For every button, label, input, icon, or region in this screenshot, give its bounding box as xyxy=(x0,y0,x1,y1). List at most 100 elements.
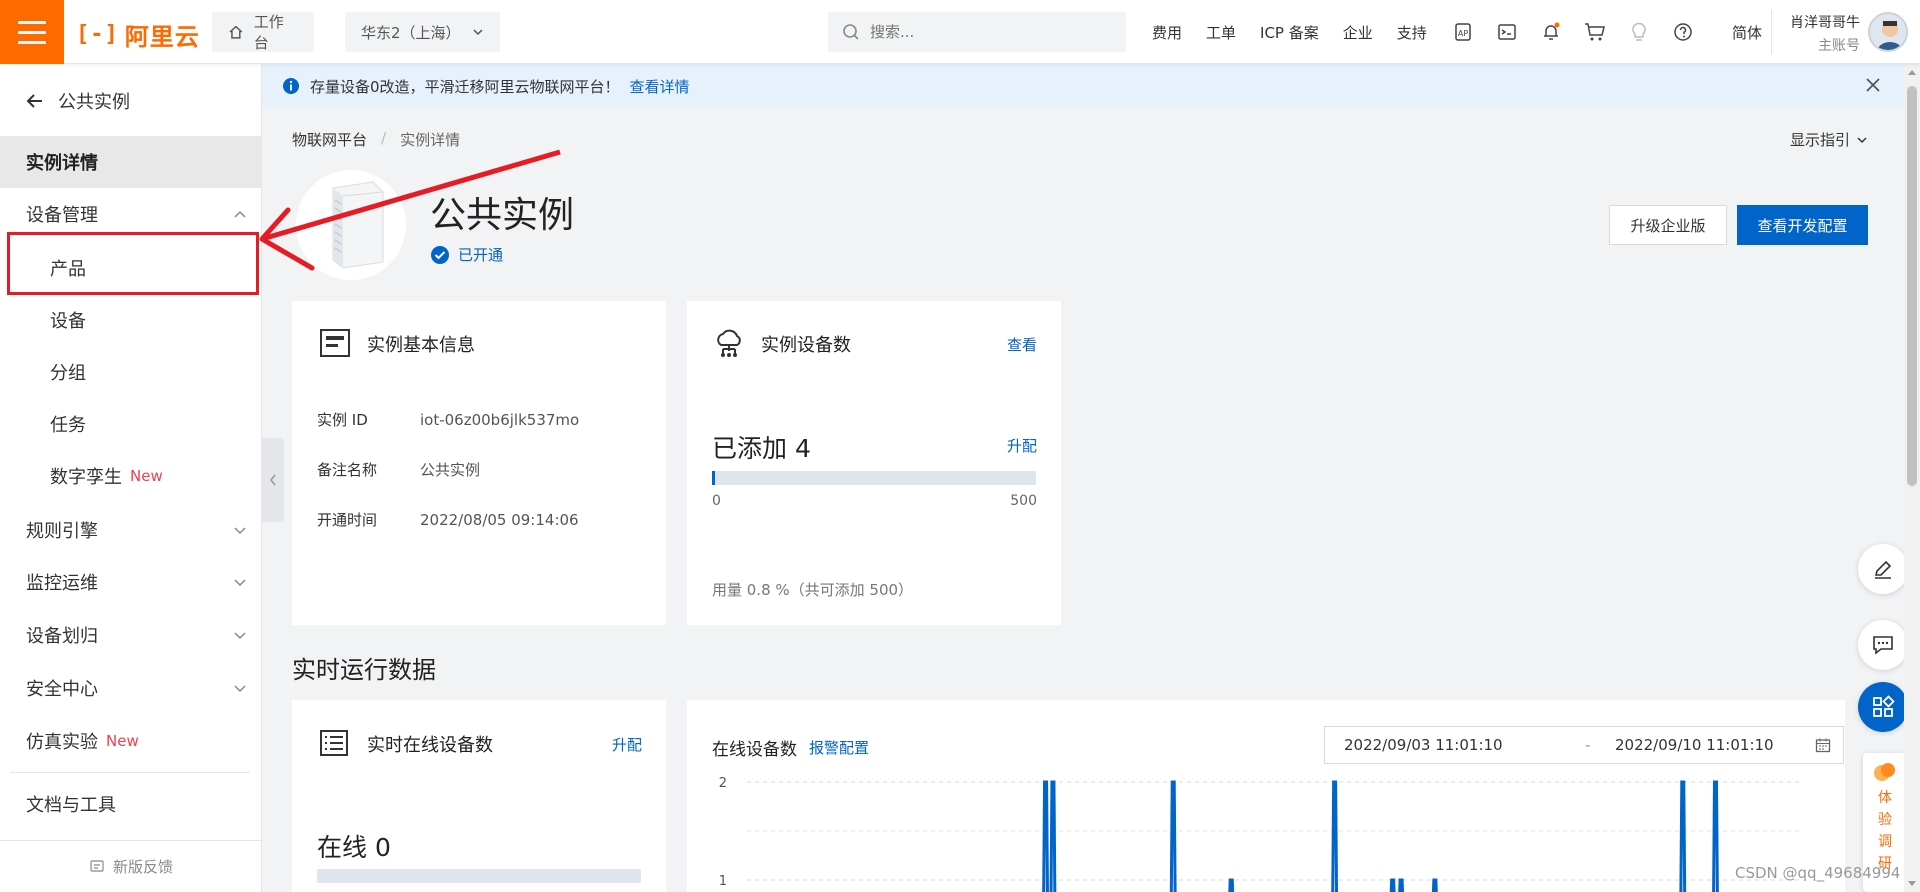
sidebar-item-label: 设备划归 xyxy=(26,626,98,647)
sidebar-item-task[interactable]: 任务 xyxy=(0,398,262,450)
page-scrollbar[interactable] xyxy=(1904,64,1920,892)
chart-spike xyxy=(1228,878,1235,892)
top-bar: [-] 阿里云 工作台 华东2（上海） 费用 工单 ICP 备案 企业 支持 A… xyxy=(0,0,1920,64)
survey-char: 体 xyxy=(1878,790,1892,806)
search-input[interactable] xyxy=(870,23,1090,41)
chevron-down-icon xyxy=(234,527,246,535)
chart-y-tick-label: 1 xyxy=(719,874,727,889)
sidebar-item-device-assignment[interactable]: 设备划归 xyxy=(0,609,262,661)
chart-spike xyxy=(1398,878,1405,892)
back-to-instance[interactable]: 公共实例 xyxy=(26,88,130,114)
show-guide-toggle[interactable]: 显示指引 xyxy=(1790,129,1868,150)
apps-float-button[interactable] xyxy=(1858,682,1908,732)
workbench-button[interactable]: 工作台 xyxy=(212,12,314,52)
workbench-label: 工作台 xyxy=(253,13,284,52)
sidebar-collapse-toggle[interactable] xyxy=(262,438,284,522)
chart-spike xyxy=(1042,780,1049,892)
survey-char: 验 xyxy=(1878,812,1892,828)
top-link-tickets[interactable]: 工单 xyxy=(1206,22,1236,43)
scroll-up-icon[interactable] xyxy=(1908,70,1916,75)
region-select[interactable]: 华东2（上海） xyxy=(345,12,500,52)
notice-banner: 存量设备0改造，平滑迁移阿里云物联网平台！ 查看详情 xyxy=(262,64,1904,108)
app-icon[interactable]: AP xyxy=(1452,21,1474,43)
sidebar-item-group[interactable]: 分组 xyxy=(0,346,262,398)
help-icon[interactable] xyxy=(1672,21,1694,43)
topbar-divider xyxy=(1771,10,1772,54)
bell-icon[interactable] xyxy=(1540,21,1562,43)
lightbulb-icon[interactable] xyxy=(1628,21,1650,43)
grid-icon xyxy=(1873,695,1895,717)
logo[interactable]: [-] 阿里云 xyxy=(76,17,200,52)
feedback-button[interactable]: 新版反馈 xyxy=(0,840,262,892)
view-dev-config-button[interactable]: 查看开发配置 xyxy=(1737,205,1868,245)
upgrade-enterprise-button[interactable]: 升级企业版 xyxy=(1609,205,1727,245)
feedback-label: 新版反馈 xyxy=(112,858,173,876)
notice-link[interactable]: 查看详情 xyxy=(630,76,690,97)
view-devices-link[interactable]: 查看 xyxy=(1007,334,1037,355)
chart-spike xyxy=(1431,878,1438,892)
progress-fill xyxy=(712,471,715,485)
chart-spike xyxy=(1389,878,1396,892)
sidebar-item-label: 数字孪生 xyxy=(50,467,122,488)
sidebar-item-instance-detail[interactable]: 实例详情 xyxy=(0,136,262,188)
feedback-icon xyxy=(90,859,104,872)
online-devices-card: 实时在线设备数 升配 在线 0 xyxy=(292,700,666,892)
edit-float-button[interactable] xyxy=(1858,544,1908,594)
hamburger-menu-button[interactable] xyxy=(0,0,64,64)
search-icon xyxy=(843,24,859,40)
info-row-instance-id: 实例 ID iot-06z00b6jlk537mo xyxy=(317,409,579,430)
info-key: 备注名称 xyxy=(317,461,378,479)
annotation-highlight-box xyxy=(7,232,259,295)
online-devices-chart: 21 xyxy=(719,776,1802,892)
upgrade-online-link[interactable]: 升配 xyxy=(612,734,642,755)
sidebar-item-monitoring[interactable]: 监控运维 xyxy=(0,556,262,608)
sidebar-item-docs-tools[interactable]: 文档与工具 xyxy=(0,778,262,830)
close-icon[interactable] xyxy=(1864,76,1882,94)
avatar[interactable] xyxy=(1868,12,1908,52)
chart-spike xyxy=(1169,780,1177,892)
sidebar-item-label: 文档与工具 xyxy=(26,795,116,816)
chart-spike xyxy=(1049,780,1057,892)
chart-y-tick-label: 2 xyxy=(719,776,727,791)
alarm-config-link[interactable]: 报警配置 xyxy=(809,737,869,758)
chevron-left-icon xyxy=(270,474,276,486)
chart-title: 在线设备数 xyxy=(712,740,797,760)
chevron-down-icon xyxy=(1857,136,1867,143)
terminal-icon[interactable] xyxy=(1496,21,1518,43)
search-box[interactable] xyxy=(828,12,1126,52)
arrow-left-icon xyxy=(26,94,42,108)
sidebar-item-label: 监控运维 xyxy=(26,573,98,594)
sidebar-item-simulation[interactable]: 仿真实验 New xyxy=(0,715,262,767)
upgrade-quota-link[interactable]: 升配 xyxy=(1007,435,1037,456)
sidebar-item-rule-engine[interactable]: 规则引擎 xyxy=(0,504,262,556)
sidebar-item-device[interactable]: 设备 xyxy=(0,294,262,346)
online-count: 在线 0 xyxy=(317,833,391,862)
top-link-support[interactable]: 支持 xyxy=(1397,22,1427,43)
chat-float-button[interactable] xyxy=(1858,620,1908,670)
top-link-enterprise[interactable]: 企业 xyxy=(1343,22,1373,43)
chart-spike xyxy=(1679,780,1687,892)
list-icon xyxy=(320,730,348,756)
card-title: 实例设备数 xyxy=(761,335,851,356)
user-info[interactable]: 肖洋哥哥牛 主账号 xyxy=(1784,12,1860,55)
top-link-icp[interactable]: ICP 备案 xyxy=(1260,22,1319,43)
scrollbar-thumb[interactable] xyxy=(1907,86,1917,486)
language-switch[interactable]: 简体 xyxy=(1732,22,1762,43)
date-range-picker[interactable]: 2022/09/03 11:01:10 - 2022/09/10 11:01:1… xyxy=(1324,726,1844,764)
device-count-card: 实例设备数 查看 已添加 4 升配 0 500 用量 0.8 %（共可添加 50… xyxy=(687,301,1061,625)
section-title-realtime: 实时运行数据 xyxy=(292,656,436,684)
svg-text:AP: AP xyxy=(1458,29,1468,38)
notice-text: 存量设备0改造，平滑迁移阿里云物联网平台！ xyxy=(310,77,620,96)
cart-icon[interactable] xyxy=(1584,21,1606,43)
sidebar-item-security-center[interactable]: 安全中心 xyxy=(0,662,262,714)
sidebar-item-label: 规则引擎 xyxy=(26,521,98,542)
scroll-down-icon[interactable] xyxy=(1908,881,1916,886)
sidebar-item-label: 任务 xyxy=(50,415,86,436)
sidebar-item-label: 设备管理 xyxy=(26,205,98,226)
card-title: 实例基本信息 xyxy=(367,335,475,356)
sidebar: 公共实例 实例详情 设备管理 产品 设备 分组 任务 数字孪生 New 规则引擎… xyxy=(0,64,262,892)
sidebar-item-digital-twin[interactable]: 数字孪生 New xyxy=(0,450,262,502)
top-link-fees[interactable]: 费用 xyxy=(1152,22,1182,43)
card-title: 实时在线设备数 xyxy=(367,735,493,756)
chat-icon xyxy=(1873,636,1893,655)
